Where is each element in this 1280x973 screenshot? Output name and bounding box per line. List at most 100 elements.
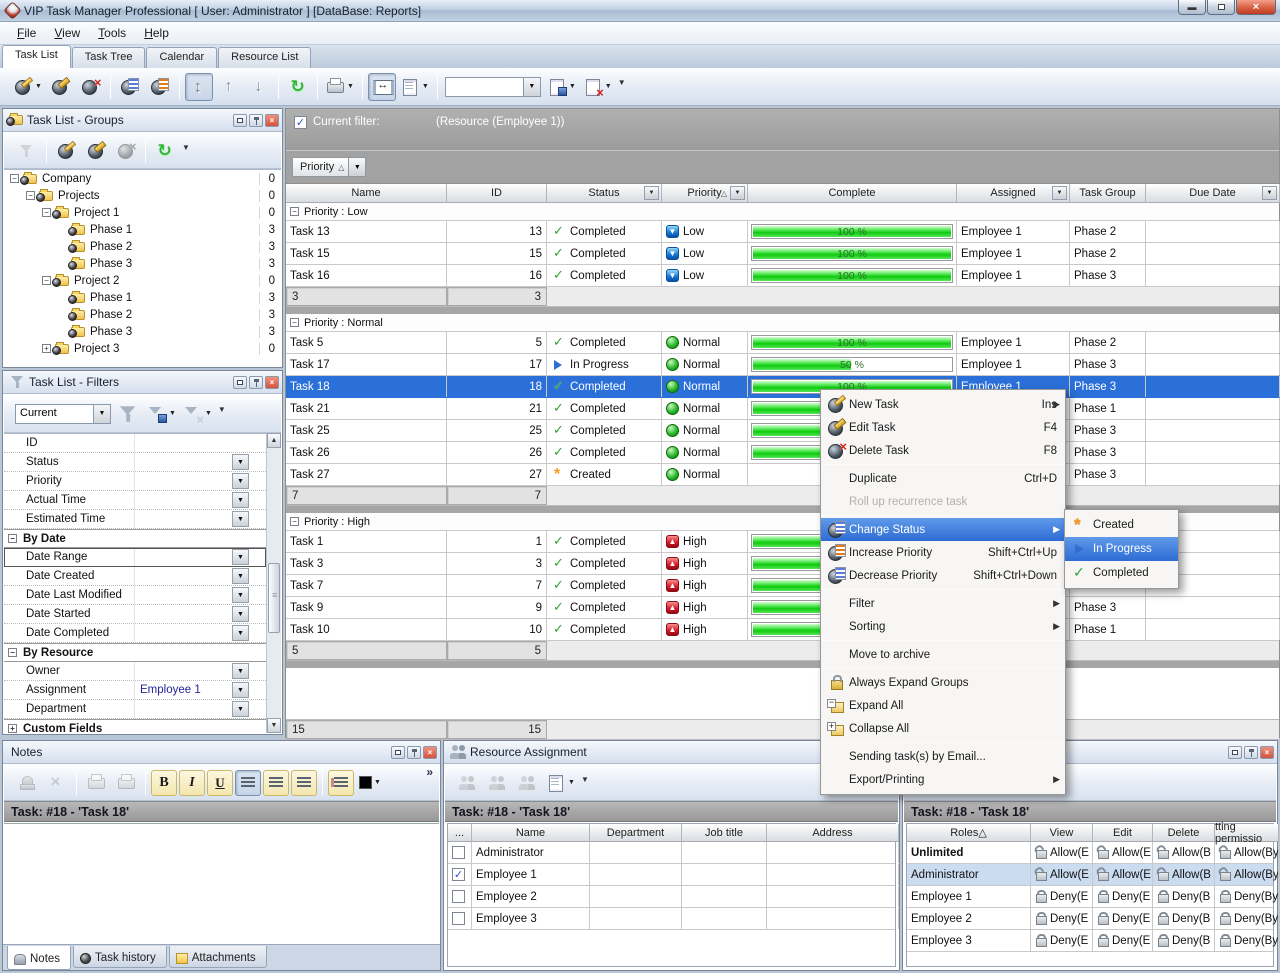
resource-column-job-title[interactable]: Job title [682, 824, 767, 842]
filter-row-estimated-time[interactable]: Estimated Time▼ [4, 510, 266, 529]
save-filter-button[interactable]: ▼ [145, 400, 179, 428]
close-button[interactable]: × [1236, 0, 1276, 15]
scroll-up-icon[interactable]: ▲ [267, 433, 281, 448]
collapse-icon[interactable]: − [290, 318, 299, 327]
task-row-task-15[interactable]: Task 1515Completed▼Low100 %Employee 1Pha… [286, 243, 1279, 265]
task-row-task-13[interactable]: Task 1313Completed▼Low100 %Employee 1Pha… [286, 221, 1279, 243]
filters-scrollbar[interactable]: ▲ ▼ [266, 433, 281, 733]
filter-row-priority[interactable]: Priority▼ [4, 472, 266, 491]
collapse-icon[interactable]: − [42, 276, 51, 285]
perm-column-delete[interactable]: Delete [1153, 824, 1215, 842]
print-button[interactable]: ▼ [323, 73, 357, 101]
align-right-button[interactable] [291, 770, 317, 796]
insert-note-button[interactable] [13, 769, 41, 797]
font-color-button[interactable]: ▼ [356, 769, 384, 797]
resource-checkbox[interactable] [452, 846, 465, 859]
resource-report-button[interactable]: ▼ [544, 769, 578, 797]
clear-filter-button[interactable]: ▼ [181, 400, 215, 428]
menu-item-sorting[interactable]: Sorting▶ [821, 615, 1065, 638]
notes-tab-task-history[interactable]: Task history [73, 946, 167, 968]
sort-descending-button[interactable] [245, 73, 273, 101]
filter-dropdown-icon[interactable]: ▼ [232, 625, 249, 641]
menu-item-expand-all[interactable]: Expand All [821, 694, 1065, 717]
layout-combo-caret-icon[interactable]: ▼ [523, 78, 540, 96]
menu-item-collapse-all[interactable]: Collapse All [821, 717, 1065, 740]
delete-note-button[interactable] [43, 769, 71, 797]
menu-item-change-status[interactable]: Change Status▶ [821, 518, 1065, 541]
perm-row-administrator[interactable]: AdministratorAllow(EAllow(EAllow(BAllow(… [907, 864, 1273, 886]
collapse-icon[interactable]: − [8, 534, 17, 543]
menu-item-decrease-priority[interactable]: Decrease PriorityShift+Ctrl+Down [821, 564, 1065, 587]
change-status-button[interactable] [116, 73, 144, 101]
filter-row-date-range[interactable]: Date Range▼ [4, 548, 266, 567]
submenu-item-completed[interactable]: Completed [1065, 561, 1178, 585]
edit-task-button[interactable] [47, 73, 75, 101]
underline-button[interactable]: U [207, 770, 233, 796]
expand-icon[interactable]: + [42, 344, 51, 353]
perm-row-employee-2[interactable]: Employee 2Deny(EDeny(EDeny(BDeny(By [907, 908, 1273, 930]
refresh-groups-button[interactable] [151, 137, 179, 165]
remove-resource-button[interactable] [514, 769, 542, 797]
filters-close-button[interactable]: × [265, 376, 279, 389]
tab-task-list[interactable]: Task List [2, 45, 71, 68]
collapse-icon[interactable]: − [290, 207, 299, 216]
new-group-button[interactable] [52, 137, 80, 165]
permissions-pin-button[interactable] [1244, 746, 1258, 759]
group-header-priority-normal[interactable]: −Priority : Normal [286, 314, 1279, 332]
resource-column-name[interactable]: Name [472, 824, 590, 842]
tab-resource-list[interactable]: Resource List [218, 47, 311, 68]
sort-ascending-button[interactable] [215, 73, 243, 101]
restore-button[interactable] [1207, 0, 1235, 15]
filter-dropdown-icon[interactable]: ▼ [232, 492, 249, 508]
scroll-down-icon[interactable]: ▼ [267, 718, 281, 733]
perm-row-employee-1[interactable]: Employee 1Deny(EDeny(EDeny(BDeny(By [907, 886, 1273, 908]
resource-column-check[interactable]: ... [448, 824, 472, 842]
resource-overflow-icon[interactable]: ▼ [581, 775, 589, 784]
resource-row-employee-3[interactable]: Employee 3 [448, 908, 895, 930]
edit-group-button[interactable] [82, 137, 110, 165]
task-row-task-10[interactable]: Task 1010Completed▲High100 %Phase 1 [286, 619, 1279, 641]
notes-restore-button[interactable] [391, 746, 405, 759]
filter-dropdown-icon[interactable]: ▼ [232, 701, 249, 717]
bold-button[interactable]: B [151, 770, 177, 796]
print-note-button[interactable] [112, 769, 140, 797]
column-header-name[interactable]: Name [286, 184, 447, 203]
fit-columns-button[interactable] [368, 73, 396, 101]
groups-close-button[interactable]: × [265, 114, 279, 127]
permissions-close-button[interactable]: × [1260, 746, 1274, 759]
tree-item-phase-3[interactable]: −Phase 33 [4, 323, 281, 340]
current-filter-checkbox[interactable]: ✓ [294, 116, 307, 129]
menu-item-new-task[interactable]: New TaskIns▶ [821, 393, 1065, 416]
tree-item-project-2[interactable]: −Project 20 [4, 272, 281, 289]
resource-column-department[interactable]: Department [590, 824, 682, 842]
italic-button[interactable]: I [179, 770, 205, 796]
tree-item-company[interactable]: −Company0 [4, 170, 281, 187]
filter-row-id[interactable]: ID [4, 434, 266, 453]
change-priority-button[interactable] [146, 73, 174, 101]
resource-checkbox[interactable] [452, 890, 465, 903]
print-preview-button[interactable] [82, 769, 110, 797]
collapse-icon[interactable]: − [26, 191, 35, 200]
menu-item-sending-task-s-by-email[interactable]: Sending task(s) by Email... [821, 745, 1065, 768]
resource-checkbox[interactable]: ✓ [452, 868, 465, 881]
group-by-chip[interactable]: Priority△ ▼ [292, 157, 366, 177]
filter-preset-caret-icon[interactable]: ▼ [93, 405, 110, 423]
task-row-task-26[interactable]: Task 2626CompletedNormal100 %Phase 3 [286, 442, 1279, 464]
edit-resource-button[interactable] [484, 769, 512, 797]
column-header-complete[interactable]: Complete [748, 184, 957, 203]
task-row-task-17[interactable]: Task 1717In ProgressNormal50 %Employee 1… [286, 354, 1279, 376]
filter-dropdown-icon[interactable]: ▼ [232, 454, 249, 470]
submenu-item-created[interactable]: Created [1065, 513, 1178, 537]
filter-row-status[interactable]: Status▼ [4, 453, 266, 472]
menu-tools[interactable]: Tools [89, 23, 135, 43]
filter-row-assignment[interactable]: AssignmentEmployee 1▼ [4, 681, 266, 700]
menu-item-increase-priority[interactable]: Increase PriorityShift+Ctrl+Up [821, 541, 1065, 564]
notes-close-button[interactable]: × [423, 746, 437, 759]
filter-group-custom-fields[interactable]: +Custom Fields [4, 719, 266, 733]
menu-item-move-to-archive[interactable]: Move to archive [821, 643, 1065, 666]
refresh-button[interactable] [284, 73, 312, 101]
collapse-icon[interactable]: − [10, 174, 19, 183]
tree-item-phase-2[interactable]: −Phase 23 [4, 306, 281, 323]
filter-row-date-completed[interactable]: Date Completed▼ [4, 624, 266, 643]
column-header-due-date[interactable]: Due Date▼ [1146, 184, 1280, 203]
